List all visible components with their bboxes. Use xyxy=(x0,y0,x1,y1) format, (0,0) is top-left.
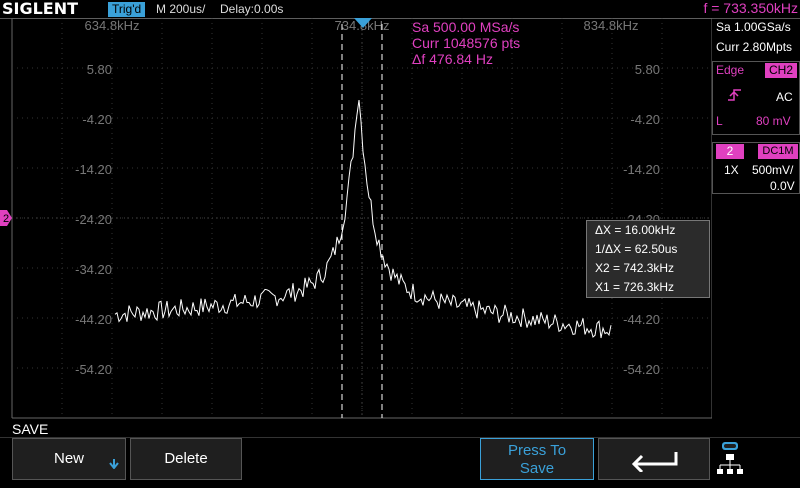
delay-readout: Delay:0.00s xyxy=(220,2,284,16)
fft-points: Curr 1048576 pts xyxy=(412,35,520,51)
grid xyxy=(11,18,712,419)
channel-number-badge: 2 xyxy=(716,144,744,159)
fft-info: Sa 500.00 MSa/s Curr 1048576 pts Δf 476.… xyxy=(412,19,520,67)
network-icon xyxy=(717,442,743,474)
trigger-level-value: 80 mV xyxy=(756,114,791,128)
arrow-down-icon xyxy=(109,459,119,469)
timebase-readout: M 200us/ xyxy=(156,2,206,16)
db-label-right: -4.20 xyxy=(630,112,660,127)
x2-readout: X2 = 742.3kHz xyxy=(595,261,675,275)
trigger-coupling: AC xyxy=(776,90,793,104)
fft-display[interactable]: 634.8kHz 734.8kHz 834.8kHz 5.80 -4.20 -1… xyxy=(0,18,712,420)
volts-per-div: 500mV/ xyxy=(752,163,794,177)
svg-text:2: 2 xyxy=(3,213,9,225)
db-label: -4.20 xyxy=(82,112,112,127)
new-button-label: New xyxy=(53,450,84,467)
new-button[interactable]: New xyxy=(12,438,126,480)
db-label: 5.80 xyxy=(87,62,112,77)
channel-offset: 0.0V xyxy=(770,179,795,193)
trigger-source-badge: CH2 xyxy=(765,63,797,78)
back-button[interactable] xyxy=(598,438,710,480)
frequency-counter: f = 733.350kHz xyxy=(703,0,798,16)
db-label: -24.20 xyxy=(75,212,112,227)
cursor-measurement-panel: ΔX = 16.00kHz 1/ΔX = 62.50us X2 = 742.3k… xyxy=(586,220,710,298)
db-label: -44.20 xyxy=(75,312,112,327)
db-label-right: -44.20 xyxy=(623,312,660,327)
trigger-status-badge: Trig'd xyxy=(108,2,146,17)
press-to-save-line2: Save xyxy=(519,460,555,477)
trigger-type: Edge xyxy=(716,63,745,77)
delete-button[interactable]: Delete xyxy=(130,438,242,480)
fft-sample-rate: Sa 500.00 MSa/s xyxy=(412,19,519,35)
press-to-save-button[interactable]: Press To Save xyxy=(480,438,594,480)
trigger-level-label: L xyxy=(716,114,723,128)
acq-memory-depth: Curr 2.80Mpts xyxy=(716,40,793,54)
delta-x-readout: ΔX = 16.00kHz xyxy=(595,223,676,237)
fft-trace xyxy=(114,100,612,339)
axis-labels: 634.8kHz 734.8kHz 834.8kHz 5.80 -4.20 -1… xyxy=(75,18,660,377)
db-label: -54.20 xyxy=(75,362,112,377)
brand-logo: SIGLENT xyxy=(2,0,79,18)
db-label-right: -14.20 xyxy=(623,162,660,177)
channel-coupling-badge: DC1M xyxy=(758,144,798,159)
x1-readout: X1 = 726.3kHz xyxy=(595,280,675,294)
channel2-ground-marker[interactable]: 2 xyxy=(0,210,12,226)
press-to-save-line1: Press To xyxy=(507,442,567,459)
return-arrow-icon xyxy=(631,452,678,474)
db-label: -34.20 xyxy=(75,262,112,277)
freq-label-left: 634.8kHz xyxy=(85,18,140,33)
db-label-right: -54.20 xyxy=(623,362,660,377)
db-label-right: 5.80 xyxy=(635,62,660,77)
inverse-delta-x-readout: 1/ΔX = 62.50us xyxy=(595,242,678,256)
freq-label-right: 834.8kHz xyxy=(584,18,639,33)
probe-attenuation: 1X xyxy=(724,163,739,177)
acq-sample-rate: Sa 1.00GSa/s xyxy=(716,20,791,34)
menu-title: SAVE xyxy=(12,421,49,437)
rising-edge-icon xyxy=(727,88,743,105)
fft-resolution: Δf 476.84 Hz xyxy=(412,51,493,67)
db-label: -14.20 xyxy=(75,162,112,177)
